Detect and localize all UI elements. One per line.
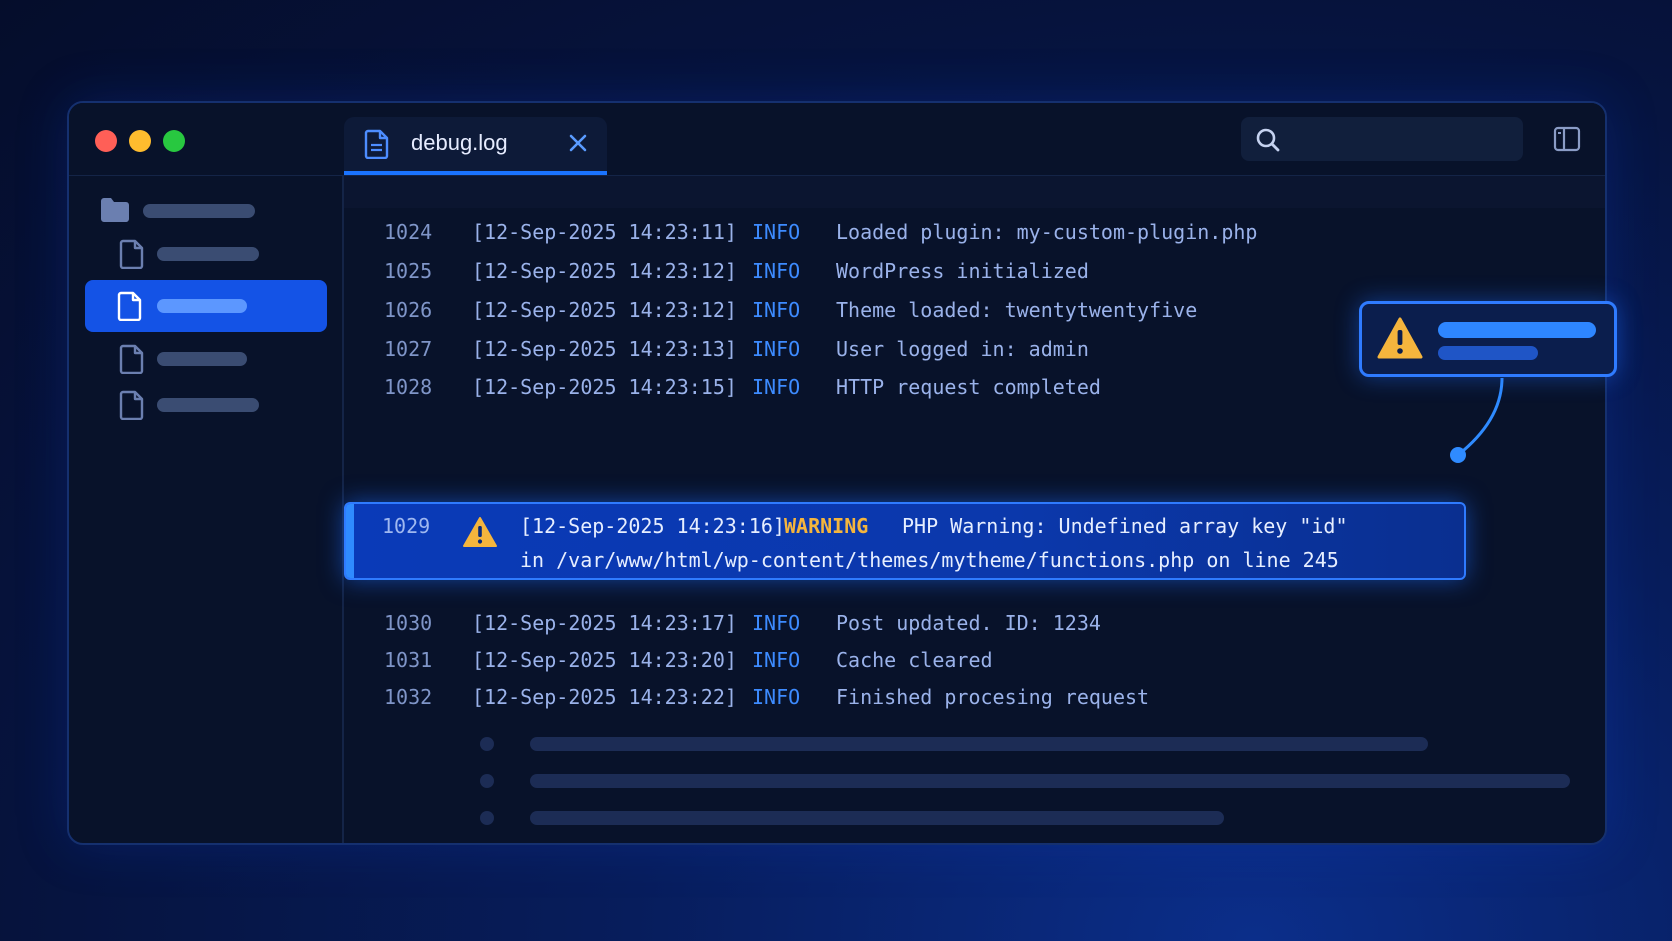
warning-notification[interactable] (1359, 301, 1617, 377)
notification-text-placeholder (1438, 346, 1538, 360)
notification-title-placeholder (1438, 322, 1596, 338)
notification-connector (1450, 377, 1504, 463)
warning-icon (1376, 316, 1424, 364)
